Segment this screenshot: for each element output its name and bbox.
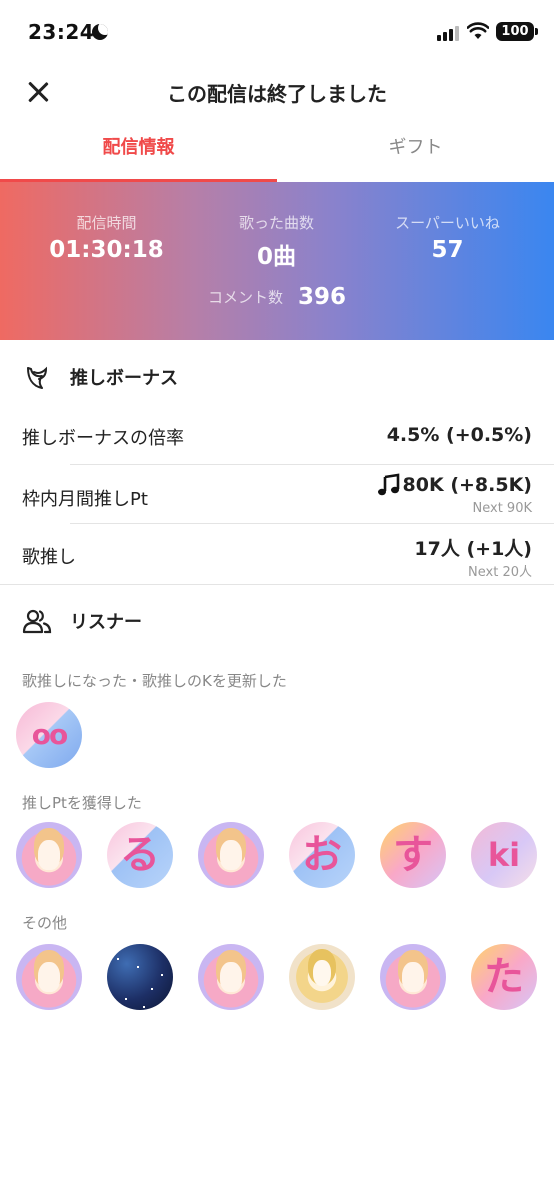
stat-duration: 配信時間 01:30:18 <box>14 212 199 263</box>
stat-comments-value: 396 <box>298 284 347 310</box>
bonus-row-label: 枠内月間推しPt <box>22 489 148 510</box>
bonus-row-next: Next 90K <box>472 501 532 516</box>
stat-superlike: スーパーいいね 57 <box>355 212 540 263</box>
avatar[interactable] <box>198 944 264 1010</box>
group-label-other: その他 <box>22 914 68 932</box>
bonus-section-header: 推しボーナス <box>22 362 178 392</box>
avatar[interactable]: す <box>380 822 446 888</box>
avatar-glyph: た <box>484 954 524 1000</box>
section-divider <box>0 584 554 585</box>
music-note-icon <box>377 473 399 496</box>
avatar-glyph <box>198 822 264 888</box>
group-label-song-oshi: 歌推しになった・歌推しのKを更新した <box>22 672 287 690</box>
avatar-glyph <box>16 944 82 1010</box>
avatar[interactable] <box>289 944 355 1010</box>
avatar-glyph: る <box>120 832 160 878</box>
stats-banner: 配信時間 01:30:18 歌った曲数 0曲 スーパーいいね 57 コメント数 … <box>0 182 554 340</box>
moon-icon <box>92 24 108 40</box>
stat-songs-label: 歌った曲数 <box>238 214 314 232</box>
avatar[interactable]: お <box>289 822 355 888</box>
avatar-glyph: す <box>393 832 433 878</box>
signal-icon <box>437 25 459 41</box>
people-icon <box>22 609 52 634</box>
stat-duration-value: 01:30:18 <box>49 237 164 263</box>
wing-icon <box>27 366 48 389</box>
bonus-row-label: 推しボーナスの倍率 <box>22 428 184 449</box>
page-title: この配信は終了しました <box>167 82 387 106</box>
tab-bar: 配信情報 ギフト <box>0 120 554 182</box>
bonus-section-title: 推しボーナス <box>70 368 178 389</box>
bonus-row-value: 80K (+8.5K) <box>402 474 532 496</box>
stat-comments-label: コメント数 <box>207 288 283 307</box>
avatar[interactable] <box>380 944 446 1010</box>
avatar[interactable] <box>16 822 82 888</box>
avatar[interactable] <box>198 822 264 888</box>
avatar-row-song-oshi: oo <box>16 702 107 768</box>
listener-section-title: リスナー <box>70 612 142 633</box>
stat-duration-label: 配信時間 <box>76 214 137 232</box>
avatar[interactable]: た <box>471 944 537 1010</box>
avatar[interactable]: ki <box>471 822 537 888</box>
stat-superlike-label: スーパーいいね <box>395 214 500 232</box>
tab-stream-info[interactable]: 配信情報 <box>0 120 277 182</box>
bonus-row-label: 歌推し <box>22 547 76 568</box>
battery-icon: 100 <box>496 22 538 41</box>
avatar[interactable] <box>16 944 82 1010</box>
stat-songs-value: 0曲 <box>256 244 296 270</box>
avatar-glyph <box>16 822 82 888</box>
avatar-row-other: た <box>16 944 554 1010</box>
group-label-oshi-pt: 推しPtを獲得した <box>22 794 142 812</box>
divider <box>70 523 554 524</box>
status-bar: 23:24 100 <box>0 0 554 64</box>
bonus-row-value-wrap: 80K (+8.5K) <box>377 473 532 497</box>
stat-superlike-value: 57 <box>431 237 464 263</box>
wifi-icon <box>467 22 489 39</box>
avatar[interactable] <box>107 944 173 1010</box>
avatar-glyph <box>107 944 173 1010</box>
avatar[interactable]: oo <box>16 702 82 768</box>
bonus-row-value: 4.5% (+0.5%) <box>386 424 532 446</box>
stat-songs: 歌った曲数 0曲 <box>184 212 369 271</box>
status-time: 23:24 <box>28 20 95 44</box>
bonus-row-next: Next 20人 <box>468 565 532 580</box>
divider <box>70 464 554 465</box>
avatar-row-oshi-pt: る お す ki <box>16 822 554 888</box>
avatar-glyph: ki <box>487 836 521 874</box>
avatar-glyph <box>380 944 446 1010</box>
avatar-glyph <box>289 944 355 1010</box>
bonus-row-value: 17人 (+1人) <box>414 538 532 560</box>
avatar[interactable]: る <box>107 822 173 888</box>
tab-gift[interactable]: ギフト <box>277 120 554 182</box>
stat-comments: コメント数 396 <box>0 284 554 310</box>
listener-section-header: リスナー <box>22 606 142 636</box>
avatar-glyph: oo <box>31 718 68 751</box>
avatar-glyph: お <box>302 832 342 878</box>
avatar-glyph <box>198 944 264 1010</box>
